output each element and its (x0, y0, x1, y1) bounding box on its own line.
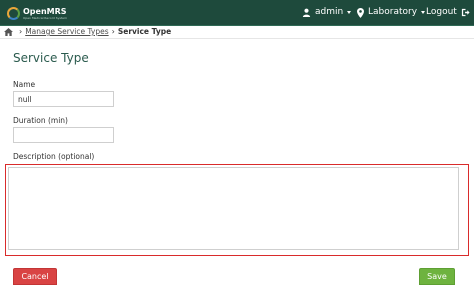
name-field[interactable] (13, 91, 114, 107)
openmrs-logo-icon (7, 6, 20, 20)
breadcrumb-link-manage-service-types[interactable]: Manage Service Types (25, 27, 108, 37)
breadcrumb-divider (0, 38, 474, 39)
description-label: Description (optional) (13, 152, 95, 161)
chevron-down-icon (421, 11, 426, 14)
logout-label: Logout (426, 7, 457, 17)
openmrs-logo[interactable]: OpenMRS Open Medical Record System (7, 4, 67, 22)
top-navbar: OpenMRS Open Medical Record System admin… (0, 0, 474, 26)
logout-link[interactable]: Logout (426, 6, 470, 19)
page-title: Service Type (13, 51, 89, 65)
location-name: Laboratory (368, 7, 418, 17)
map-marker-icon (357, 7, 364, 18)
sign-out-icon (461, 8, 470, 17)
breadcrumb: › Manage Service Types › Service Type (4, 27, 171, 37)
brand-name: OpenMRS (23, 6, 67, 16)
name-label: Name (13, 80, 36, 89)
breadcrumb-separator-icon: › (19, 27, 23, 36)
user-name: admin (315, 7, 344, 17)
cancel-button[interactable]: Cancel (13, 268, 57, 285)
user-menu[interactable]: admin (302, 6, 352, 19)
duration-field[interactable] (13, 127, 114, 143)
description-textarea[interactable] (8, 167, 459, 250)
brand-tagline: Open Medical Record System (23, 15, 67, 20)
breadcrumb-separator-icon: › (111, 27, 115, 36)
save-button[interactable]: Save (419, 268, 455, 285)
user-icon (302, 8, 311, 17)
chevron-down-icon (347, 11, 352, 14)
duration-label: Duration (min) (13, 116, 68, 125)
breadcrumb-current: Service Type (117, 27, 172, 36)
location-menu[interactable]: Laboratory (357, 6, 426, 19)
home-icon[interactable] (4, 28, 13, 36)
